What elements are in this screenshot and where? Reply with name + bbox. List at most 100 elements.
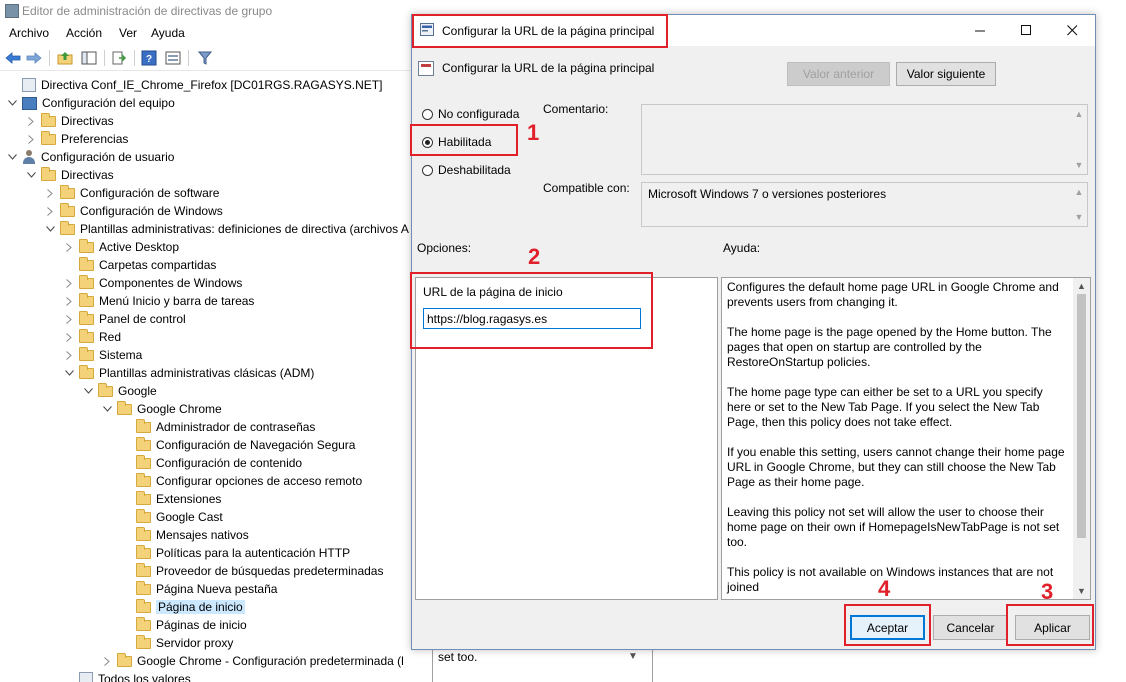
- cancel-button[interactable]: Cancelar: [933, 615, 1008, 640]
- tree-item-label: Preferencias: [61, 132, 129, 146]
- chevron-right-icon[interactable]: [63, 295, 75, 307]
- tree-item[interactable]: Panel de control: [63, 310, 186, 328]
- tree-item[interactable]: Google Cast: [120, 508, 223, 526]
- tree-item[interactable]: Extensiones: [120, 490, 221, 508]
- tree-item[interactable]: Active Desktop: [63, 238, 179, 256]
- tree-item[interactable]: Configuración de Windows: [44, 202, 223, 220]
- chevron-right-icon[interactable]: [63, 241, 75, 253]
- chevron-down-icon[interactable]: [101, 403, 113, 415]
- maximize-button[interactable]: [1003, 15, 1049, 46]
- tree-item[interactable]: Configuración de usuario: [6, 148, 174, 166]
- radio-disabled[interactable]: Deshabilitada: [422, 162, 511, 178]
- chevron-right-icon[interactable]: [101, 655, 113, 667]
- help-scrollbar[interactable]: ▲ ▼: [1073, 278, 1090, 599]
- folder-icon: [79, 310, 94, 325]
- next-setting-button[interactable]: Valor siguiente: [896, 62, 996, 86]
- properties-icon[interactable]: [164, 49, 182, 67]
- up-folder-icon[interactable]: [56, 49, 74, 67]
- tree-item[interactable]: Directiva Conf_IE_Chrome_Firefox [DC01RG…: [6, 76, 382, 94]
- tree-item[interactable]: Google Chrome: [101, 400, 222, 418]
- tree-item[interactable]: Carpetas compartidas: [63, 256, 216, 274]
- tree-item[interactable]: Sistema: [63, 346, 142, 364]
- help-scroll-thumb[interactable]: [1077, 294, 1086, 538]
- chevron-right-icon[interactable]: [44, 205, 56, 217]
- chevron-down-icon[interactable]: [6, 97, 18, 109]
- tree-item[interactable]: Plantillas administrativas clásicas (ADM…: [63, 364, 314, 382]
- chevron-right-icon[interactable]: [25, 115, 37, 127]
- comment-scrollbar[interactable]: ▲ ▼: [1071, 105, 1087, 174]
- scroll-up-icon[interactable]: ▲: [1071, 107, 1087, 121]
- chevron-down-icon[interactable]: [25, 169, 37, 181]
- tree-item[interactable]: Preferencias: [25, 130, 128, 148]
- show-hide-tree-icon[interactable]: [80, 49, 98, 67]
- chevron-right-icon[interactable]: [44, 187, 56, 199]
- tree-item[interactable]: Configuración de Navegación Segura: [120, 436, 355, 454]
- chevron-down-icon[interactable]: [63, 367, 75, 379]
- tree-item[interactable]: Políticas para la autenticación HTTP: [120, 544, 350, 562]
- menu-ayuda[interactable]: Ayuda: [151, 26, 185, 40]
- tree-item[interactable]: Configuración de software: [44, 184, 219, 202]
- tree-item[interactable]: Configurar opciones de acceso remoto: [120, 472, 362, 490]
- tree-item[interactable]: Configuración del equipo: [6, 94, 175, 112]
- tree-item[interactable]: Red: [63, 328, 121, 346]
- export-list-icon[interactable]: [110, 49, 128, 67]
- radio-not-configured[interactable]: No configurada: [422, 106, 519, 122]
- scroll-down-arrow-icon[interactable]: ▼: [628, 651, 638, 662]
- tree-item[interactable]: Servidor proxy: [120, 634, 233, 652]
- gpo-app-icon: [5, 4, 19, 18]
- scroll-down-icon[interactable]: ▼: [1071, 210, 1087, 224]
- tree-item[interactable]: Administrador de contraseñas: [120, 418, 315, 436]
- menu-accion[interactable]: Acción: [66, 26, 102, 40]
- tree-item[interactable]: Mensajes nativos: [120, 526, 249, 544]
- tree-item[interactable]: Configuración de contenido: [120, 454, 302, 472]
- chevron-right-icon[interactable]: [63, 331, 75, 343]
- forward-arrow-icon[interactable]: [25, 49, 43, 67]
- tree-item[interactable]: Google: [82, 382, 157, 400]
- scroll-down-icon[interactable]: ▼: [1071, 158, 1087, 172]
- tree-item-label: Mensajes nativos: [156, 528, 249, 542]
- scroll-down-icon[interactable]: ▼: [1073, 584, 1090, 598]
- radio-not-configured-circle[interactable]: [422, 108, 433, 120]
- menu-ver[interactable]: Ver: [119, 26, 137, 40]
- previous-setting-button[interactable]: Valor anterior: [787, 62, 890, 86]
- filter-icon[interactable]: [196, 49, 214, 67]
- ok-button[interactable]: Aceptar: [850, 615, 925, 640]
- chevron-right-icon[interactable]: [63, 277, 75, 289]
- menu-archivo[interactable]: Archivo: [9, 26, 49, 40]
- tree-item[interactable]: Directivas: [25, 112, 114, 130]
- minimize-button[interactable]: [957, 15, 1003, 46]
- chevron-right-icon[interactable]: [63, 349, 75, 361]
- tree-item-label: Directivas: [61, 114, 114, 128]
- radio-enabled[interactable]: Habilitada: [422, 134, 491, 150]
- tree-item[interactable]: Google Chrome - Configuración predetermi…: [101, 652, 404, 670]
- scroll-up-icon[interactable]: ▲: [1073, 279, 1090, 293]
- chevron-down-icon[interactable]: [82, 385, 94, 397]
- url-field-label: URL de la página de inicio: [423, 285, 563, 299]
- chevron-down-icon[interactable]: [44, 223, 56, 235]
- tree-item[interactable]: Menú Inicio y barra de tareas: [63, 292, 254, 310]
- comment-field[interactable]: ▲ ▼: [641, 104, 1088, 175]
- radio-disabled-circle[interactable]: [422, 164, 433, 176]
- chevron-right-icon[interactable]: [25, 133, 37, 145]
- tree-item[interactable]: Directivas: [25, 166, 114, 184]
- chevron-down-icon[interactable]: [6, 151, 18, 163]
- tree-item[interactable]: Páginas de inicio: [120, 616, 247, 634]
- tree-item[interactable]: Página Nueva pestaña: [120, 580, 277, 598]
- radio-enabled-circle[interactable]: [422, 136, 433, 148]
- scroll-up-icon[interactable]: ▲: [1071, 185, 1087, 199]
- tree-item[interactable]: Proveedor de búsquedas predeterminadas: [120, 562, 383, 580]
- tree-item[interactable]: Plantillas administrativas: definiciones…: [44, 220, 409, 238]
- help-icon[interactable]: ?: [140, 49, 158, 67]
- close-button[interactable]: [1049, 15, 1095, 46]
- tree-item[interactable]: Página de inicio: [120, 598, 245, 616]
- supported-on-scrollbar[interactable]: ▲ ▼: [1071, 183, 1087, 226]
- chevron-right-icon[interactable]: [63, 313, 75, 325]
- homepage-url-input[interactable]: [423, 308, 641, 329]
- tree-item[interactable]: Componentes de Windows: [63, 274, 242, 292]
- apply-button[interactable]: Aplicar: [1015, 615, 1090, 640]
- folder-icon: [79, 364, 94, 379]
- folder-icon: [79, 328, 94, 343]
- help-paragraph: Configures the default home page URL in …: [727, 280, 1059, 309]
- tree-item[interactable]: Todos los valores: [63, 670, 191, 682]
- back-arrow-icon[interactable]: [4, 49, 22, 67]
